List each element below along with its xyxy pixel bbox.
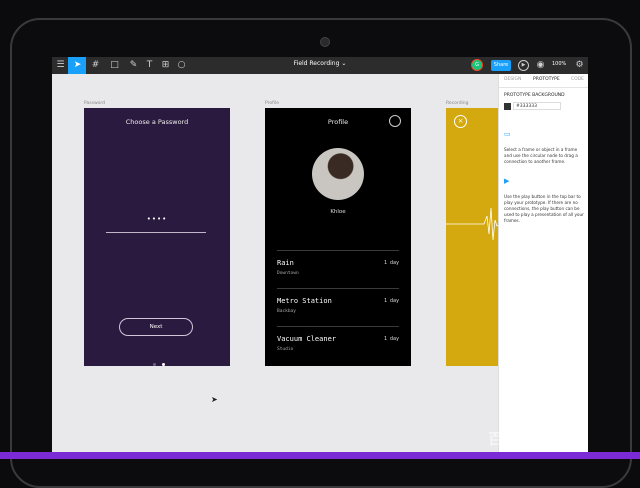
play-icon: ▶ [504, 177, 510, 185]
password-frame[interactable]: Choose a Password •••• Next [84, 108, 230, 366]
top-toolbar: ☰ ➤ # □ ✎ T ⊞ ○ Field Recording ⌄ G Shar… [52, 57, 588, 74]
list-item-time: 1 day [383, 298, 399, 304]
page-indicator [150, 351, 168, 370]
connection-icon: ▭ [504, 130, 511, 138]
page-dot-active [162, 363, 165, 366]
watermark: 百家号/搜奇 [488, 430, 569, 448]
page-dot [153, 363, 156, 366]
bottom-strip [0, 452, 640, 459]
settings-icon[interactable]: ⚙ [574, 60, 585, 71]
list-item-time: 1 day [383, 336, 399, 342]
tab-design[interactable]: DESIGN [504, 77, 521, 82]
share-button[interactable]: Share [491, 60, 511, 71]
next-button[interactable]: Next [119, 318, 193, 336]
properties-panel: DESIGN PROTOTYPE CODE PROTOTYPE BACKGROU… [498, 74, 588, 459]
password-underline [106, 232, 206, 233]
password-masked-value: •••• [146, 215, 168, 223]
location-pin-icon [389, 115, 401, 127]
list-item-title: Metro Station [277, 297, 332, 305]
list-item-title: Rain [277, 259, 294, 267]
list-item-subtitle: Backbay [277, 309, 296, 314]
color-swatch[interactable] [504, 103, 511, 110]
frame-label-password[interactable]: Password [84, 101, 105, 106]
list-item: Vacuum Cleaner Studio 1 day [277, 326, 399, 364]
chevron-down-icon: ⌄ [341, 60, 347, 67]
section-title: PROTOTYPE BACKGROUND [504, 93, 565, 98]
help-text-connection: Select a frame or object in a frame and … [504, 147, 578, 164]
profile-name: Khloe [330, 209, 346, 215]
list-item: Metro Station Backbay 1 day [277, 288, 399, 326]
panel-tabs: DESIGN PROTOTYPE CODE [499, 74, 588, 88]
background-hex-input[interactable]: #333333 [513, 102, 561, 110]
frame-label-recording[interactable]: Recording [446, 101, 469, 106]
camera-icon [320, 37, 330, 47]
list-item-subtitle: Downtown [277, 271, 299, 276]
avatar [312, 148, 364, 200]
list-item-title: Vacuum Cleaner [277, 335, 337, 343]
tab-prototype[interactable]: PROTOTYPE [533, 77, 560, 82]
recording-frame[interactable]: × [446, 108, 506, 366]
user-avatar[interactable]: G [471, 59, 483, 71]
tab-code[interactable]: CODE [571, 77, 584, 82]
view-icon[interactable]: ◉ [535, 60, 546, 71]
list-item-subtitle: Studio [277, 347, 294, 352]
help-text-play: Use the play button in the top bar to pl… [504, 194, 584, 223]
list-item: Rain Downtown 1 day [277, 250, 399, 288]
list-item-time: 1 day [383, 260, 399, 266]
zoom-level[interactable]: 100% [552, 61, 566, 67]
figma-app-screen: ☰ ➤ # □ ✎ T ⊞ ○ Field Recording ⌄ G Shar… [52, 57, 588, 459]
waveform-icon [446, 207, 506, 241]
frame-label-profile[interactable]: Profile [265, 101, 279, 106]
profile-frame[interactable]: Profile Khloe Rain Downtown 1 day Metro … [265, 108, 411, 366]
play-icon[interactable]: ▶ [518, 60, 529, 71]
password-title: Choose a Password [125, 118, 189, 126]
mouse-cursor-icon: ➤ [211, 395, 218, 404]
